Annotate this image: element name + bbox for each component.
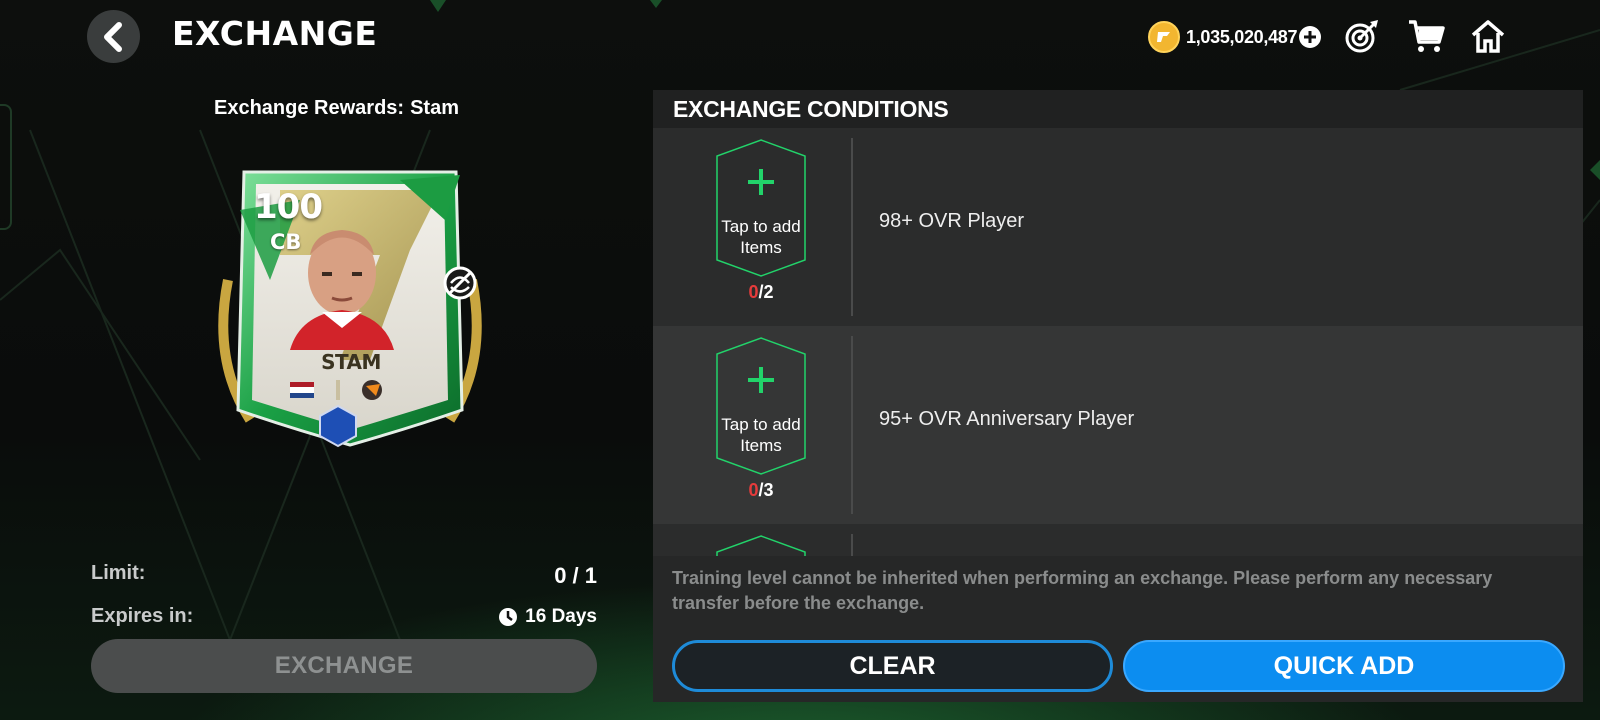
count-current: 0: [748, 282, 759, 302]
back-button[interactable]: [87, 10, 140, 63]
add-coin-icon[interactable]: [1299, 26, 1322, 48]
condition-row-partial: [653, 524, 1583, 556]
training-level-note: Training level cannot be inherited when …: [672, 568, 1493, 613]
condition-requirement: 98+ OVR Player: [879, 210, 1025, 232]
slot-count: 0/2: [715, 282, 807, 303]
expires-value: 16 Days: [498, 606, 597, 628]
limit-value: 0 / 1: [554, 563, 597, 588]
slot-label: Tap to add Items: [721, 217, 801, 257]
exchange-rewards-player: Stam: [410, 97, 459, 119]
slot-count: 0/3: [715, 480, 807, 501]
coin-balance: 1,035,020,487: [1148, 20, 1322, 54]
back-icon: [103, 21, 122, 52]
expires-label: Expires in:: [91, 605, 194, 627]
add-item-slot[interactable]: Tap to add Items: [715, 138, 807, 278]
objectives-target-icon[interactable]: [1342, 16, 1382, 56]
condition-row: Tap to add Items 0/3 95+ OVR Anniversary…: [653, 326, 1583, 524]
count-current: 0: [748, 480, 759, 500]
plus-icon: [715, 168, 807, 201]
row-divider: [851, 138, 853, 316]
add-item-slot[interactable]: [715, 534, 807, 556]
exchange-rewards-label: Exchange Rewards:: [214, 97, 405, 119]
clear-button[interactable]: CLEAR: [672, 640, 1113, 692]
row-divider: [851, 336, 853, 514]
fc-points-coin-icon: [1148, 21, 1180, 53]
card-overall-rating: 100: [254, 187, 323, 227]
slot-label: Tap to add Items: [721, 415, 801, 455]
quick-add-button[interactable]: QUICK ADD: [1123, 640, 1565, 692]
card-player-name: STAM: [321, 350, 381, 374]
player-card-art: [218, 170, 482, 448]
limit-label: Limit:: [91, 562, 146, 584]
condition-requirement: 95+ OVR Anniversary Player: [879, 408, 1135, 430]
plus-icon: [715, 366, 807, 399]
card-position: CB: [270, 230, 302, 254]
slot-frame: [716, 535, 806, 556]
exchange-button[interactable]: EXCHANGE: [91, 639, 597, 693]
player-card[interactable]: 100 CB STAM: [210, 160, 490, 460]
exchange-conditions-panel: EXCHANGE CONDITIONS Tap to add Items 0/2…: [653, 90, 1583, 702]
clock-icon: [499, 608, 518, 626]
side-drawer-tab[interactable]: [0, 104, 12, 230]
row-divider: [851, 534, 853, 556]
count-required: /2: [758, 282, 774, 302]
count-required: /3: [758, 480, 774, 500]
conditions-list[interactable]: Tap to add Items 0/2 98+ OVR Player Tap …: [653, 128, 1583, 556]
home-icon[interactable]: [1468, 16, 1508, 56]
page-title: EXCHANGE: [172, 14, 378, 53]
add-item-slot[interactable]: Tap to add Items: [715, 336, 807, 476]
store-cart-icon[interactable]: [1406, 16, 1446, 56]
exchange-rewards-title: Exchange Rewards: Stam: [214, 97, 459, 120]
coin-amount: 1,035,020,487: [1186, 26, 1298, 47]
exchange-conditions-title: EXCHANGE CONDITIONS: [653, 90, 1583, 128]
expires-days: 16 Days: [525, 606, 597, 627]
condition-row: Tap to add Items 0/2 98+ OVR Player: [653, 128, 1583, 326]
